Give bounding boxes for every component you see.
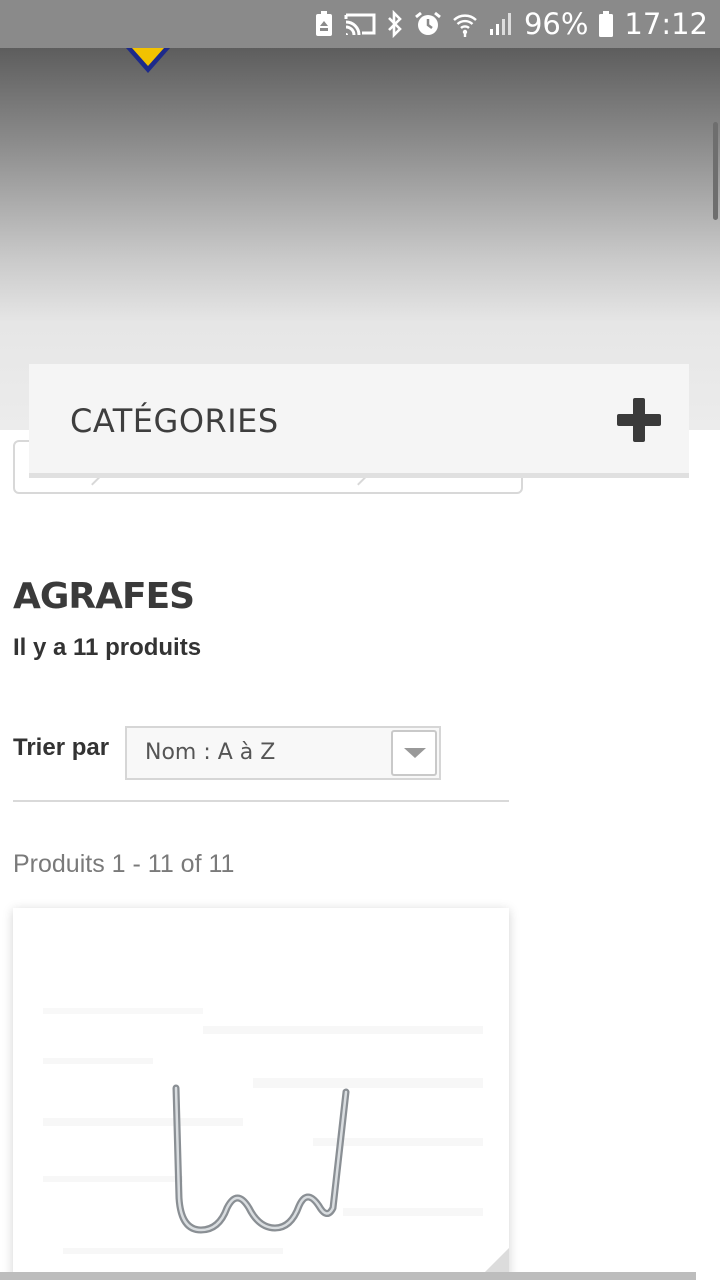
plus-icon[interactable] (617, 398, 661, 442)
alarm-icon (414, 9, 442, 39)
divider (13, 800, 509, 802)
logo-icon[interactable] (126, 48, 170, 74)
battery-icon (598, 9, 614, 39)
battery-percent: 96% (523, 7, 589, 41)
product-count: Il y a 11 produits (13, 634, 202, 661)
signal-icon (488, 9, 514, 39)
sort-selected-value: Nom : A à Z (145, 740, 276, 765)
sort-select[interactable]: Nom : A à Z (125, 726, 441, 780)
battery-saver-icon (314, 9, 334, 39)
cast-icon (344, 9, 376, 39)
page-title: AGRAFES (13, 576, 195, 617)
dropdown-arrow-icon[interactable] (391, 730, 437, 776)
categories-panel[interactable]: CATÉGORIES (29, 364, 689, 478)
product-image[interactable] (13, 908, 509, 1280)
scrollbar-thumb[interactable] (713, 122, 718, 220)
categories-title: CATÉGORIES (70, 402, 279, 440)
wifi-icon (452, 9, 478, 39)
pagination-info: Produits 1 - 11 of 11 (13, 850, 235, 878)
sort-label: Trier par (13, 734, 110, 761)
status-bar: 96% 17:12 (0, 0, 720, 48)
horizontal-scrollbar[interactable] (0, 1272, 696, 1280)
clock: 17:12 (624, 7, 708, 41)
bluetooth-icon (386, 9, 404, 39)
product-card[interactable] (13, 908, 509, 1280)
